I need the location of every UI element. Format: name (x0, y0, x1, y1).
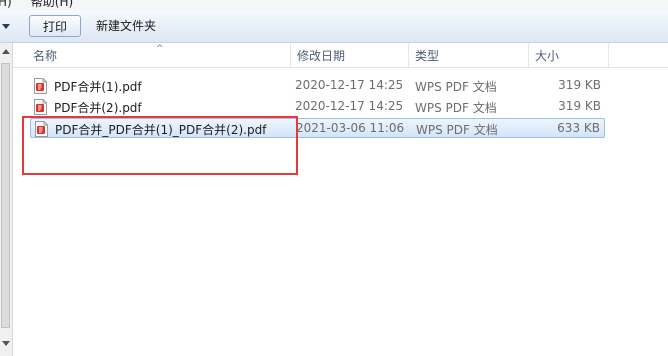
file-size: 319 KB (558, 78, 601, 92)
scroll-up-icon[interactable] (2, 49, 10, 54)
column-header-date[interactable]: 修改日期 (291, 43, 409, 67)
pdf-file-icon (34, 99, 47, 115)
file-type: WPS PDF 文档 (415, 101, 497, 115)
navigation-pane-scrollbar[interactable] (0, 43, 13, 356)
file-size: 319 KB (558, 99, 601, 113)
file-type: WPS PDF 文档 (416, 123, 498, 137)
file-date: 2020-12-17 14:25 (295, 78, 404, 92)
menu-bar: H) 帮助(H) (0, 0, 668, 10)
column-header-size[interactable]: 大小 (529, 43, 609, 67)
column-header-name[interactable]: 名称 (27, 43, 291, 67)
column-header: ^ 名称 修改日期 类型 大小 (13, 43, 668, 68)
annotation-highlight-box (22, 116, 298, 175)
column-header-type[interactable]: 类型 (409, 43, 529, 67)
file-size: 633 KB (557, 121, 600, 135)
scroll-down-icon[interactable] (2, 341, 10, 346)
menu-help[interactable]: H) 帮助(H) (0, 0, 73, 10)
file-type: WPS PDF 文档 (415, 80, 497, 94)
file-row[interactable]: PDF合并(1).pdf 2020-12-17 14:25 WPS PDF 文档… (30, 76, 605, 96)
new-folder-button[interactable]: 新建文件夹 (86, 15, 166, 37)
chevron-down-icon[interactable] (2, 24, 10, 29)
scrollbar-thumb[interactable] (1, 63, 10, 328)
file-name: PDF合并(2).pdf (54, 101, 142, 115)
file-name: PDF合并(1).pdf (54, 80, 142, 94)
pdf-file-icon (34, 78, 47, 94)
file-list: ^ 名称 修改日期 类型 大小 PDF合并(1).pdf 2020-12-17 … (13, 43, 668, 356)
file-date: 2021-03-06 11:06 (296, 121, 405, 135)
toolbar: 打印 新建文件夹 (0, 10, 668, 43)
file-row[interactable]: PDF合并(2).pdf 2020-12-17 14:25 WPS PDF 文档… (30, 97, 605, 117)
file-date: 2020-12-17 14:25 (295, 99, 404, 113)
print-button[interactable]: 打印 (29, 15, 81, 37)
